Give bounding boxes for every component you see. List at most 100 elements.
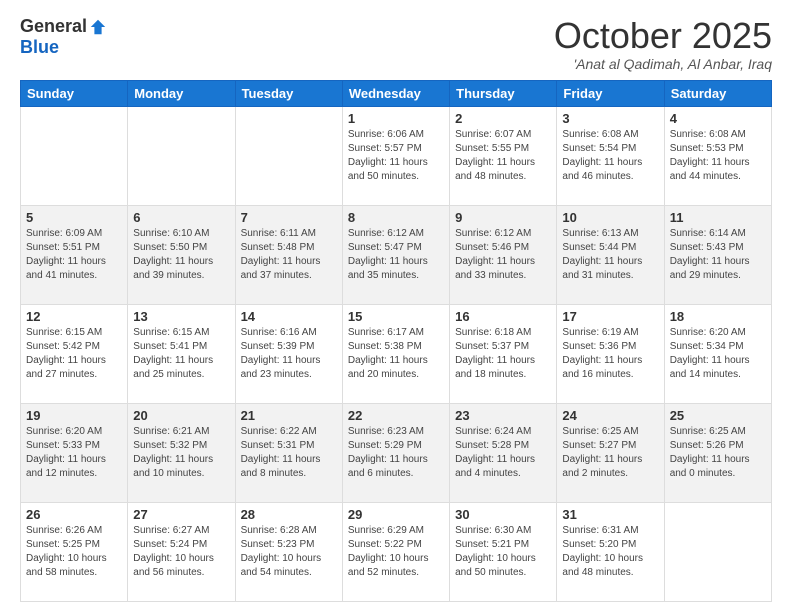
table-row: 28Sunrise: 6:28 AM Sunset: 5:23 PM Dayli… — [235, 502, 342, 601]
day-info: Sunrise: 6:14 AM Sunset: 5:43 PM Dayligh… — [670, 227, 766, 283]
table-row: 18 Sunrise: 6:20 AM Sunset: 5:34 PM Dayli… — [664, 304, 771, 403]
calendar-week-row: 26 Sunrise: 6:26 AM Sunset: 5:25 PM Dayli… — [21, 502, 772, 601]
logo-general-text: General — [20, 16, 87, 37]
table-row: 29 Sunrise: 6:29 AM Sunset: 5:22 PM Dayli… — [342, 502, 449, 601]
table-row: 8Sunrise: 6:12 AM Sunset: 5:47 PM Daylig… — [342, 205, 449, 304]
table-row — [235, 106, 342, 205]
day-info: Sunrise: 6:15 AM Sunset: 5:41 PM Dayligh… — [133, 326, 229, 382]
day-number: 26 — [26, 507, 122, 522]
table-row: 10Sunrise: 6:13 AM Sunset: 5:44 PM Dayli… — [557, 205, 664, 304]
day-number: 30 — [455, 507, 551, 522]
day-number: 12 — [26, 309, 122, 324]
logo-blue-text: Blue — [20, 37, 59, 58]
day-number: 19 — [26, 408, 122, 423]
day-info: Sunrise: 6:11 AM Sunset: 5:48 PM Dayligh… — [241, 227, 337, 283]
day-number: 1 — [348, 111, 444, 126]
col-monday: Monday — [128, 80, 235, 106]
col-saturday: Saturday — [664, 80, 771, 106]
day-number: 11 — [670, 210, 766, 225]
day-info: Sunrise: 6:31 AM Sunset: 5:20 PM Dayligh… — [562, 524, 658, 580]
table-row: 19Sunrise: 6:20 AM Sunset: 5:33 PM Dayli… — [21, 403, 128, 502]
logo-icon — [89, 18, 107, 36]
day-info: Sunrise: 6:16 AM Sunset: 5:39 PM Dayligh… — [241, 326, 337, 382]
calendar-table: Sunday Monday Tuesday Wednesday Thursday… — [20, 80, 772, 602]
day-number: 9 — [455, 210, 551, 225]
table-row: 25 Sunrise: 6:25 AM Sunset: 5:26 PM Dayli… — [664, 403, 771, 502]
day-number: 17 — [562, 309, 658, 324]
header: General Blue October 2025 'Anat al Qadim… — [20, 16, 772, 72]
day-info: Sunrise: 6:07 AM Sunset: 5:55 PM Dayligh… — [455, 128, 551, 184]
table-row: 16 Sunrise: 6:18 AM Sunset: 5:37 PM Dayli… — [450, 304, 557, 403]
day-info: Sunrise: 6:26 AM Sunset: 5:25 PM Dayligh… — [26, 524, 122, 580]
day-number: 15 — [348, 309, 444, 324]
day-number: 8 — [348, 210, 444, 225]
table-row: 7 Sunrise: 6:11 AM Sunset: 5:48 PM Daylig… — [235, 205, 342, 304]
day-info: Sunrise: 6:29 AM Sunset: 5:22 PM Dayligh… — [348, 524, 444, 580]
table-row: 30 Sunrise: 6:30 AM Sunset: 5:21 PM Dayli… — [450, 502, 557, 601]
table-row: 17 Sunrise: 6:19 AM Sunset: 5:36 PM Dayli… — [557, 304, 664, 403]
day-number: 20 — [133, 408, 229, 423]
calendar-week-row: 12Sunrise: 6:15 AM Sunset: 5:42 PM Dayli… — [21, 304, 772, 403]
day-number: 4 — [670, 111, 766, 126]
title-block: October 2025 'Anat al Qadimah, Al Anbar,… — [554, 16, 772, 72]
day-info: Sunrise: 6:21 AM Sunset: 5:32 PM Dayligh… — [133, 425, 229, 481]
day-number: 7 — [241, 210, 337, 225]
day-info: Sunrise: 6:17 AM Sunset: 5:38 PM Dayligh… — [348, 326, 444, 382]
table-row — [128, 106, 235, 205]
calendar-week-row: 1 Sunrise: 6:06 AM Sunset: 5:57 PM Daylig… — [21, 106, 772, 205]
day-number: 18 — [670, 309, 766, 324]
table-row: 22 Sunrise: 6:23 AM Sunset: 5:29 PM Dayli… — [342, 403, 449, 502]
day-info: Sunrise: 6:27 AM Sunset: 5:24 PM Dayligh… — [133, 524, 229, 580]
day-number: 14 — [241, 309, 337, 324]
day-number: 21 — [241, 408, 337, 423]
table-row: 4Sunrise: 6:08 AM Sunset: 5:53 PM Daylig… — [664, 106, 771, 205]
col-thursday: Thursday — [450, 80, 557, 106]
day-number: 22 — [348, 408, 444, 423]
day-info: Sunrise: 6:20 AM Sunset: 5:34 PM Dayligh… — [670, 326, 766, 382]
calendar-week-row: 5Sunrise: 6:09 AM Sunset: 5:51 PM Daylig… — [21, 205, 772, 304]
day-info: Sunrise: 6:19 AM Sunset: 5:36 PM Dayligh… — [562, 326, 658, 382]
col-sunday: Sunday — [21, 80, 128, 106]
table-row: 9 Sunrise: 6:12 AM Sunset: 5:46 PM Daylig… — [450, 205, 557, 304]
day-number: 3 — [562, 111, 658, 126]
table-row: 21 Sunrise: 6:22 AM Sunset: 5:31 PM Dayli… — [235, 403, 342, 502]
day-info: Sunrise: 6:25 AM Sunset: 5:26 PM Dayligh… — [670, 425, 766, 481]
day-number: 2 — [455, 111, 551, 126]
table-row: 11 Sunrise: 6:14 AM Sunset: 5:43 PM Dayli… — [664, 205, 771, 304]
day-info: Sunrise: 6:18 AM Sunset: 5:37 PM Dayligh… — [455, 326, 551, 382]
table-row: 15 Sunrise: 6:17 AM Sunset: 5:38 PM Dayli… — [342, 304, 449, 403]
day-number: 29 — [348, 507, 444, 522]
day-info: Sunrise: 6:30 AM Sunset: 5:21 PM Dayligh… — [455, 524, 551, 580]
day-info: Sunrise: 6:13 AM Sunset: 5:44 PM Dayligh… — [562, 227, 658, 283]
day-info: Sunrise: 6:12 AM Sunset: 5:46 PM Dayligh… — [455, 227, 551, 283]
col-wednesday: Wednesday — [342, 80, 449, 106]
table-row: 26 Sunrise: 6:26 AM Sunset: 5:25 PM Dayli… — [21, 502, 128, 601]
table-row: 27Sunrise: 6:27 AM Sunset: 5:24 PM Dayli… — [128, 502, 235, 601]
day-number: 16 — [455, 309, 551, 324]
table-row: 31 Sunrise: 6:31 AM Sunset: 5:20 PM Dayli… — [557, 502, 664, 601]
day-info: Sunrise: 6:06 AM Sunset: 5:57 PM Dayligh… — [348, 128, 444, 184]
day-number: 25 — [670, 408, 766, 423]
day-info: Sunrise: 6:25 AM Sunset: 5:27 PM Dayligh… — [562, 425, 658, 481]
logo: General Blue — [20, 16, 107, 58]
day-info: Sunrise: 6:23 AM Sunset: 5:29 PM Dayligh… — [348, 425, 444, 481]
table-row: 23Sunrise: 6:24 AM Sunset: 5:28 PM Dayli… — [450, 403, 557, 502]
day-number: 5 — [26, 210, 122, 225]
col-friday: Friday — [557, 80, 664, 106]
table-row: 24 Sunrise: 6:25 AM Sunset: 5:27 PM Dayli… — [557, 403, 664, 502]
table-row: 2 Sunrise: 6:07 AM Sunset: 5:55 PM Daylig… — [450, 106, 557, 205]
calendar-week-row: 19Sunrise: 6:20 AM Sunset: 5:33 PM Dayli… — [21, 403, 772, 502]
day-number: 6 — [133, 210, 229, 225]
day-info: Sunrise: 6:22 AM Sunset: 5:31 PM Dayligh… — [241, 425, 337, 481]
table-row — [21, 106, 128, 205]
day-number: 24 — [562, 408, 658, 423]
month-title: October 2025 — [554, 16, 772, 56]
table-row: 20 Sunrise: 6:21 AM Sunset: 5:32 PM Dayli… — [128, 403, 235, 502]
day-number: 31 — [562, 507, 658, 522]
location: 'Anat al Qadimah, Al Anbar, Iraq — [554, 56, 772, 72]
day-info: Sunrise: 6:24 AM Sunset: 5:28 PM Dayligh… — [455, 425, 551, 481]
table-row — [664, 502, 771, 601]
day-number: 13 — [133, 309, 229, 324]
header-row: Sunday Monday Tuesday Wednesday Thursday… — [21, 80, 772, 106]
table-row: 13 Sunrise: 6:15 AM Sunset: 5:41 PM Dayli… — [128, 304, 235, 403]
